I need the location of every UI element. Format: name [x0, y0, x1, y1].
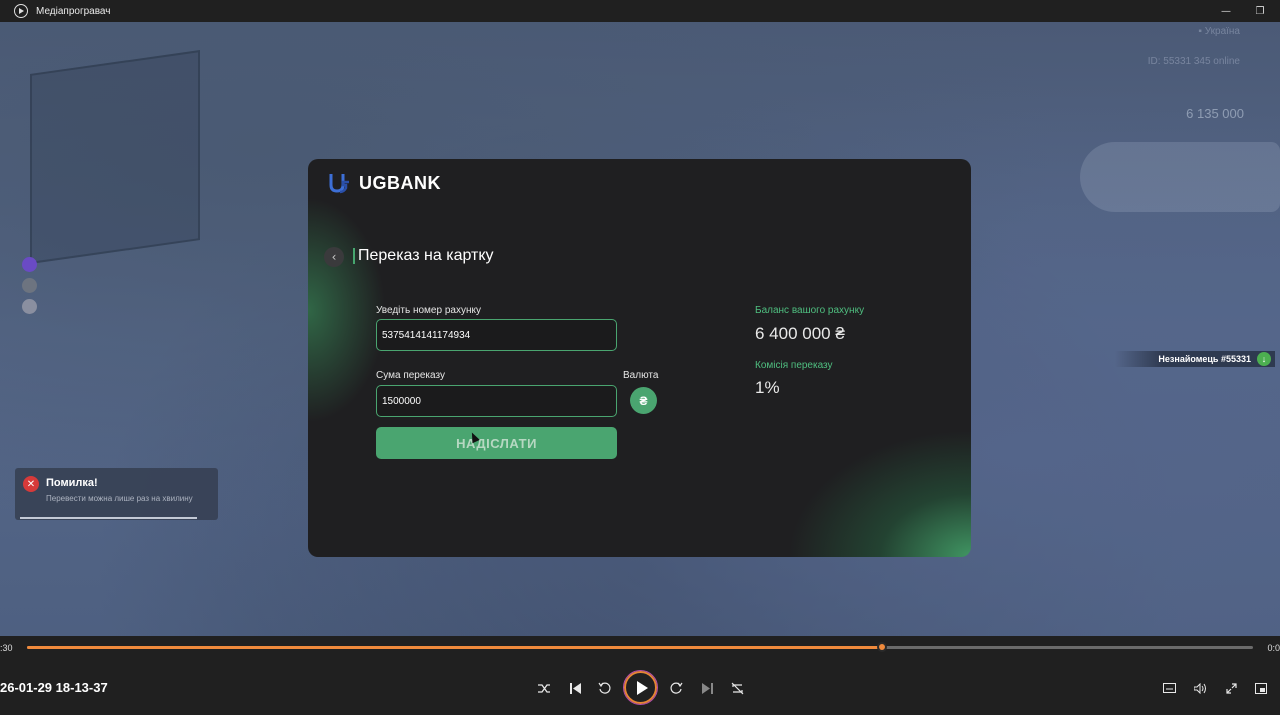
- minimize-button[interactable]: —: [1209, 0, 1243, 22]
- player-name: Незнайомець #55331: [1158, 354, 1251, 364]
- balance-label: Баланс вашого рахунку: [755, 305, 865, 316]
- send-button[interactable]: НАДІСЛАТИ: [376, 427, 617, 459]
- miniplayer-icon: [1255, 682, 1267, 694]
- page-title-text: Переказ на картку: [358, 247, 494, 264]
- video-viewport[interactable]: ▪ Україна ID: 55331 345 online 6 135 000…: [0, 22, 1280, 636]
- account-label: Уведіть номер рахунку: [376, 305, 481, 316]
- close-icon: ✕: [23, 476, 39, 492]
- previous-button[interactable]: [565, 678, 585, 698]
- player-nametag: Незнайомець #55331 ↓: [1115, 351, 1275, 367]
- restore-button[interactable]: ❐: [1243, 0, 1277, 22]
- background-scenery: [30, 50, 200, 264]
- page-title: Переказ на картку: [353, 247, 494, 265]
- error-toast: ✕ Помилка! Перевести можна лише раз на х…: [15, 468, 218, 520]
- next-icon: [701, 682, 713, 694]
- title-accent-bar: [353, 248, 355, 264]
- captions-icon: [1162, 683, 1176, 693]
- bank-logo: UGBANK: [328, 171, 441, 195]
- volume-icon: [1193, 682, 1206, 694]
- miniplayer-button[interactable]: [1251, 678, 1271, 698]
- hud-region: ▪ Україна: [1198, 26, 1240, 37]
- previous-icon: [569, 682, 581, 694]
- seek-bar[interactable]: [27, 642, 1253, 652]
- hud-user-icon: [22, 299, 37, 314]
- hud-gray-icon: [22, 278, 37, 293]
- toast-message: Перевести можна лише раз на хвилину: [46, 494, 193, 503]
- media-file-name: 26-01-29 18-13-37: [0, 680, 108, 695]
- seek-progress: [27, 646, 882, 649]
- play-button[interactable]: [623, 670, 658, 705]
- fullscreen-icon: [1225, 682, 1237, 694]
- account-number-input[interactable]: 5375414141174934: [376, 319, 617, 351]
- media-controls: :30 0:0 26-01-29 18-13-37: [0, 636, 1280, 715]
- currency-label: Валюта: [623, 370, 659, 381]
- window-titlebar: Медіапрогравач — ❐: [0, 0, 1280, 22]
- hud-purple-icon: [22, 257, 37, 272]
- amount-input[interactable]: 1500000: [376, 385, 617, 417]
- toast-progress-bar: [20, 517, 197, 519]
- captions-button[interactable]: [1159, 678, 1179, 698]
- rewind-10-button[interactable]: [595, 678, 615, 698]
- download-icon: ↓: [1257, 352, 1271, 366]
- hud-money: 6 135 000: [1186, 106, 1244, 121]
- hud-server-info: ID: 55331 345 online: [1147, 56, 1240, 67]
- ugbank-logo-icon: [329, 174, 349, 194]
- amount-label: Сума переказу: [376, 370, 445, 381]
- fee-label: Комісія переказу: [755, 360, 833, 371]
- back-button[interactable]: ‹: [324, 247, 344, 267]
- shuffle-icon: [537, 683, 550, 693]
- fullscreen-button[interactable]: [1221, 678, 1241, 698]
- volume-button[interactable]: [1190, 678, 1210, 698]
- next-button[interactable]: [697, 678, 717, 698]
- forward-30-button[interactable]: [666, 678, 686, 698]
- elapsed-time: :30: [0, 643, 13, 653]
- seek-thumb[interactable]: [876, 642, 887, 652]
- total-time: 0:0: [1267, 643, 1280, 653]
- background-scenery: [1080, 142, 1280, 212]
- balance-value: 6 400 000 ₴: [755, 324, 845, 343]
- repeat-off-button[interactable]: [727, 678, 747, 698]
- fee-value: 1%: [755, 378, 780, 397]
- media-player-icon: [14, 4, 28, 18]
- toast-title: Помилка!: [46, 477, 98, 489]
- bank-transfer-modal: UGBANK ‹ Переказ на картку Уведіть номер…: [308, 159, 971, 557]
- repeat-off-icon: [731, 682, 743, 694]
- forward-30-icon: [670, 682, 683, 694]
- play-icon: [636, 680, 648, 695]
- rewind-10-icon: [598, 682, 611, 694]
- window-title: Медіапрогравач: [36, 5, 111, 17]
- shuffle-button[interactable]: [534, 678, 554, 698]
- bank-name: UGBANK: [359, 172, 441, 193]
- currency-hryvnia-button[interactable]: ₴: [630, 387, 657, 414]
